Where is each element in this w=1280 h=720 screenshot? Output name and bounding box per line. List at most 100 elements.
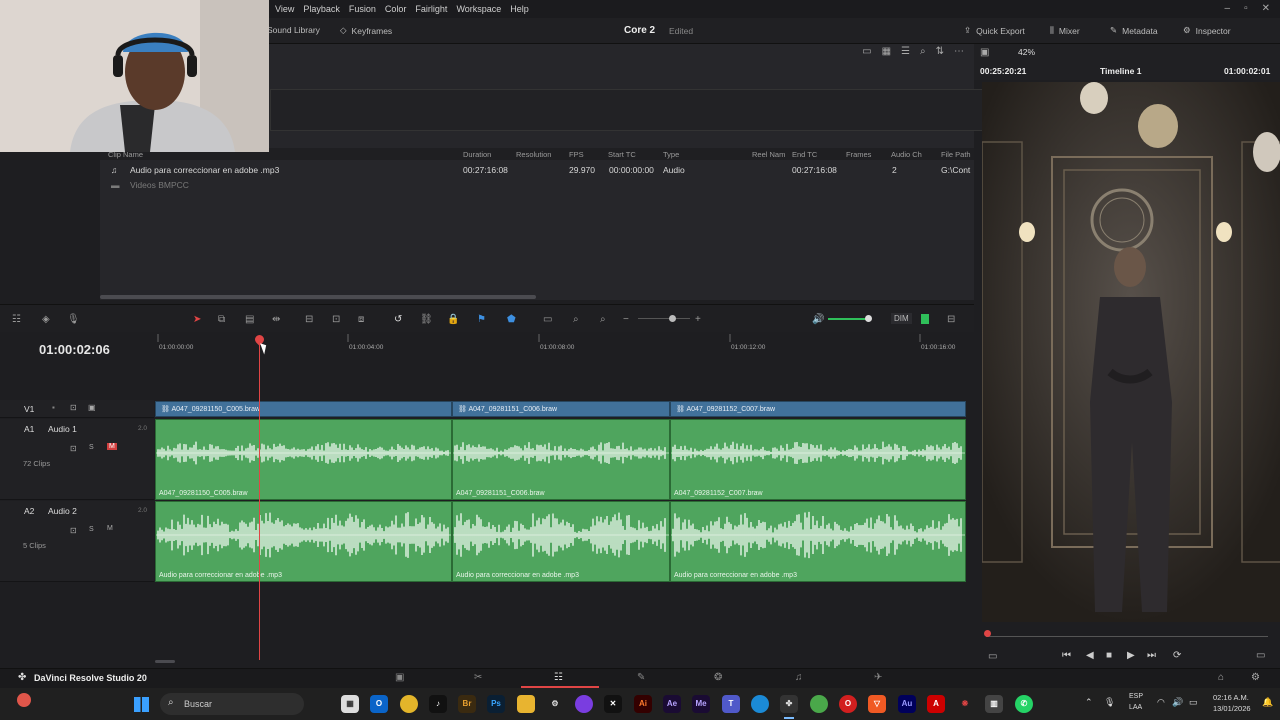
dim-button[interactable]: DIM (891, 313, 912, 324)
volume-tray-icon[interactable]: 🔊 (1172, 697, 1183, 708)
viewer-options-icon[interactable]: ▭ (988, 651, 997, 662)
chrome-icon[interactable] (400, 695, 418, 713)
search-icon[interactable]: ⌕ (920, 46, 926, 57)
col-duration[interactable]: Duration (463, 150, 491, 159)
audio-clip[interactable]: A047_09281150_C005.braw (155, 419, 452, 500)
stop-icon[interactable]: ■ (1106, 650, 1112, 661)
lock-icon[interactable]: 🔒 (447, 314, 459, 325)
link-icon[interactable]: ⛓ (420, 314, 433, 325)
menu-color[interactable]: Color (385, 4, 407, 14)
timeline-ruler[interactable]: 01:00:00:00 01:00:04:00 01:00:08:00 01:0… (155, 334, 967, 358)
settings-icon[interactable]: ⚙ (1251, 672, 1260, 683)
col-type[interactable]: Type (663, 150, 679, 159)
video-clip[interactable]: ⛓ A047_09281151_C006.braw (452, 401, 670, 417)
bridge-icon[interactable]: Br (458, 695, 476, 713)
clock-time[interactable]: 02:16 A.M. (1213, 693, 1249, 702)
timeline-name[interactable]: Timeline 1 (1100, 66, 1141, 76)
audio-clip[interactable]: Audio para correccionar en adobe .mp3 (155, 501, 452, 582)
outlook-icon[interactable]: O (370, 695, 388, 713)
edge-icon[interactable] (751, 695, 769, 713)
tray-chevron-icon[interactable]: ⌃ (1085, 697, 1093, 708)
track-header-a1[interactable]: A1 Audio 1 2.0 ⊡ S M 72 Clips (0, 419, 154, 500)
cut-page-icon[interactable]: ✂ (474, 672, 482, 683)
track-name-a1[interactable]: Audio 1 (48, 424, 77, 434)
menu-playback[interactable]: Playback (303, 4, 340, 14)
zoom-level[interactable]: 42% (1018, 47, 1035, 57)
track-name-a2[interactable]: Audio 2 (48, 506, 77, 516)
windows-start-icon[interactable] (134, 697, 149, 712)
notification-icon[interactable]: 🔔 (1262, 697, 1273, 708)
davinci-resolve-icon[interactable]: ✤ (780, 695, 798, 713)
more-icon[interactable]: ⋯ (954, 46, 964, 57)
brave-icon[interactable]: ▽ (868, 695, 886, 713)
metadata-button[interactable]: ✎ Metadata (1110, 25, 1158, 36)
illustrator-icon[interactable]: Ai (634, 695, 652, 713)
zoom-full-icon[interactable]: ▭ (543, 314, 552, 325)
teams-icon[interactable]: T (722, 695, 740, 713)
app-icon[interactable]: ❋ (956, 695, 974, 713)
language-indicator[interactable]: ESP (1129, 693, 1143, 700)
snapping-icon[interactable]: ↺ (394, 314, 402, 325)
solo-icon[interactable]: S (89, 444, 94, 451)
insert-clip-icon[interactable]: ⊟ (305, 314, 313, 325)
file-explorer-icon[interactable] (517, 695, 535, 713)
taskbar-search[interactable]: ⌕ Buscar (160, 693, 304, 715)
scrub-playhead[interactable] (984, 630, 991, 637)
minimize-icon[interactable]: – (1225, 3, 1231, 14)
flag-icon[interactable]: ⚑ (477, 314, 486, 325)
playhead[interactable] (259, 338, 260, 660)
trim-tool-icon[interactable]: ⧉ (218, 314, 225, 325)
wifi-icon[interactable]: ◠ (1157, 697, 1165, 708)
media-pool-scrollbar[interactable] (100, 295, 536, 299)
timeline-scrollbar[interactable] (155, 660, 175, 663)
sound-library-button[interactable]: Sound Library (267, 25, 320, 35)
widgets-icon[interactable] (17, 693, 31, 707)
col-frames[interactable]: Frames (846, 150, 871, 159)
deliver-page-icon[interactable]: ✈ (874, 672, 882, 683)
inspector-button[interactable]: ⚙ Inspector (1183, 25, 1231, 36)
col-file-path[interactable]: File Path (941, 150, 971, 159)
microphone-icon[interactable]: 🎙 (67, 314, 80, 325)
menu-view[interactable]: View (275, 4, 294, 14)
col-reel-name[interactable]: Reel Nam (752, 150, 785, 159)
loop-icon[interactable]: ⟳ (1173, 650, 1181, 661)
edit-page-icon[interactable]: ☷ (554, 672, 563, 683)
color-icon[interactable]: ◈ (42, 314, 50, 325)
clock-date[interactable]: 13/01/2026 (1213, 704, 1251, 713)
quick-export-button[interactable]: ⇪ Quick Export (964, 25, 1025, 36)
zoom-slider-handle[interactable] (669, 315, 676, 322)
close-icon[interactable]: ✕ (1262, 3, 1270, 14)
track-header-a2[interactable]: A2 Audio 2 2.0 ⊡ S M 5 Clips (0, 501, 154, 582)
col-end-tc[interactable]: End TC (792, 150, 817, 159)
opera-icon[interactable]: O (839, 695, 857, 713)
view-grid-icon[interactable]: ▦ (882, 46, 891, 57)
fairlight-page-icon[interactable]: ♫ (795, 672, 803, 683)
col-audio-ch[interactable]: Audio Ch (891, 150, 922, 159)
fullscreen-icon[interactable]: ▭ (1256, 650, 1265, 661)
mixer-button[interactable]: ⫼ Mixer (1050, 25, 1080, 36)
app-icon[interactable] (575, 695, 593, 713)
copilot-icon[interactable] (312, 695, 330, 713)
zoom-custom-icon[interactable]: ⌕ (600, 314, 606, 325)
chrome-profile-icon[interactable] (810, 695, 828, 713)
app-icon[interactable]: ✕ (604, 695, 622, 713)
play-reverse-icon[interactable]: ◀ (1086, 650, 1094, 661)
overwrite-clip-icon[interactable]: ⊡ (332, 314, 340, 325)
audition-icon[interactable]: Au (898, 695, 916, 713)
zoom-detail-icon[interactable]: ⌕ (573, 314, 579, 325)
timeline-options-icon[interactable]: ⊟ (947, 314, 955, 325)
menu-fusion[interactable]: Fusion (349, 4, 376, 14)
go-to-end-icon[interactable]: ⏭ (1147, 650, 1156, 661)
solo-icon[interactable]: S (89, 526, 94, 533)
maximize-icon[interactable]: ▫ (1244, 3, 1248, 14)
audio-clip[interactable]: A047_09281151_C006.braw (452, 419, 670, 500)
viewer-mode-icon[interactable]: ▣ (980, 47, 989, 58)
video-clip[interactable]: ⛓ A047_09281152_C007.braw (670, 401, 966, 417)
auto-select-icon[interactable]: ⊡ (70, 444, 77, 453)
media-pool-folder-row[interactable]: ▬ Videos BMPCC (100, 177, 974, 192)
volume-slider-handle[interactable] (865, 315, 872, 322)
auto-select-icon[interactable]: ⊡ (70, 526, 77, 535)
app-icon[interactable]: ▥ (985, 695, 1003, 713)
viewer-scrubber[interactable] (982, 626, 1280, 646)
mute-icon[interactable]: M (107, 525, 113, 532)
